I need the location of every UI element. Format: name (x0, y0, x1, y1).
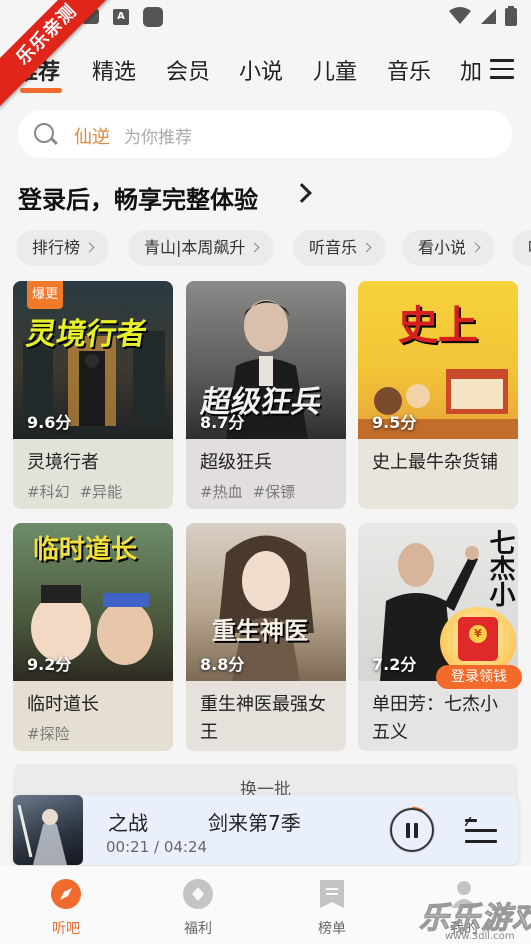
search-bar[interactable]: 仙逆 为你推荐 (18, 110, 512, 158)
card-info: 史上最牛杂货铺 (358, 439, 518, 509)
wifi-icon (449, 7, 471, 24)
chip-label: 听音乐 (309, 238, 358, 257)
login-banner[interactable]: 登录后，畅享完整体验 (18, 180, 258, 215)
card-info: 超级狂兵 #热血 #保镖 (186, 439, 346, 509)
hot-badge: 爆更 (27, 281, 63, 309)
pause-button[interactable] (390, 808, 434, 852)
book-tag: #保镖 (252, 483, 296, 501)
tab-kids[interactable]: 儿童 (313, 54, 357, 86)
chip-music[interactable]: 听音乐 (293, 230, 387, 266)
signal-icon (481, 9, 496, 24)
nav-label: 福利 (184, 921, 212, 937)
category-chips: 排行榜 青山|本周飙升 听音乐 看小说 听 (16, 230, 531, 266)
tab-featured[interactable]: 精选 (92, 54, 136, 86)
chip-novel[interactable]: 看小说 (402, 230, 496, 266)
book-card[interactable]: 灵境行者 爆更 9.6分 灵境行者 #科幻 #异能 (13, 281, 173, 509)
coin-icon: ¥ (469, 625, 487, 643)
chip-label: 青山|本周飙升 (144, 238, 246, 257)
book-title: 灵境行者 (27, 452, 99, 473)
book-cover: 史上 9.5分 (358, 281, 518, 439)
book-tags: #科幻 #异能 (27, 481, 161, 502)
book-score: 9.2分 (27, 655, 72, 674)
book-card[interactable]: 史上 9.5分 史上最牛杂货铺 (358, 281, 518, 509)
nav-listen[interactable]: 听吧 (16, 866, 116, 944)
search-keyword: 仙逆 (74, 127, 110, 148)
tab-more[interactable]: 加 (460, 54, 482, 86)
nav-rank[interactable]: 榜单 (282, 866, 382, 944)
player-time: 00:21 / 04:24 (106, 838, 208, 856)
chevron-right-icon (361, 242, 372, 253)
book-tags: #探险 (27, 723, 161, 744)
chip-more[interactable]: 听 (512, 230, 531, 266)
tab-vip[interactable]: 会员 (166, 54, 210, 86)
book-score: 7.2分 (372, 655, 417, 674)
card-info: 单田芳：七杰小五义 (358, 681, 518, 751)
book-card[interactable]: 超级狂兵 8.7分 超级狂兵 #热血 #保镖 (186, 281, 346, 509)
search-icon (34, 123, 54, 143)
chevron-right-icon (470, 242, 481, 253)
app-notification-icon (143, 7, 163, 27)
chevron-right-icon[interactable] (292, 183, 312, 203)
book-score: 9.6分 (27, 413, 72, 432)
watermark-url: www.3dll.com (445, 931, 515, 942)
book-score: 8.8分 (200, 655, 245, 674)
watermark-logo: 乐乐游戏 www.3dll.com (415, 893, 531, 944)
player-title: 之战 剑来第7季 (108, 811, 301, 835)
book-card[interactable]: 重生神医 8.8分 重生神医最强女王 (186, 523, 346, 751)
book-tag: #热血 (200, 483, 243, 501)
cover-title: 重生神医 (212, 617, 308, 645)
chip-label: 看小说 (418, 238, 467, 257)
tab-novel[interactable]: 小说 (239, 54, 283, 86)
tab-active-indicator (20, 88, 62, 93)
book-tag: #异能 (79, 483, 123, 501)
chevron-right-icon (84, 242, 95, 253)
card-info: 灵境行者 #科幻 #异能 (13, 439, 173, 509)
chip-label: 排行榜 (32, 238, 81, 257)
diamond-icon (183, 879, 213, 909)
bookmark-icon (320, 880, 344, 908)
chevron-right-icon (249, 242, 260, 253)
nav-label: 听吧 (52, 921, 80, 937)
playlist-icon[interactable] (464, 817, 497, 845)
cover-title: 灵境行者 (24, 317, 149, 352)
book-cover: 临时道长 9.2分 (13, 523, 173, 681)
book-cover: 重生神医 8.8分 (186, 523, 346, 681)
book-score: 9.5分 (372, 413, 417, 432)
chip-ranking[interactable]: 排行榜 (16, 230, 110, 266)
book-title: 临时道长 (27, 694, 99, 715)
nav-welfare[interactable]: 福利 (148, 866, 248, 944)
nav-label: 榜单 (318, 921, 346, 937)
tab-music[interactable]: 音乐 (387, 54, 431, 86)
book-title: 超级狂兵 (200, 452, 272, 473)
top-tabs: 推荐 精选 会员 小说 儿童 音乐 加 (0, 50, 531, 94)
promo-label: 登录领钱 (436, 665, 522, 689)
book-tags: #热血 #保镖 (200, 481, 334, 502)
book-cover: 超级狂兵 8.7分 (186, 281, 346, 439)
search-placeholder: 为你推荐 (124, 128, 192, 148)
card-info: 重生神医最强女王 (186, 681, 346, 751)
book-tag: #科幻 (27, 483, 70, 501)
book-score: 8.7分 (200, 413, 245, 432)
battery-icon (505, 6, 517, 26)
book-title: 史上最牛杂货铺 (372, 452, 498, 473)
card-info: 临时道长 #探险 (13, 681, 173, 751)
cover-title: 史上 (398, 303, 478, 349)
player-cover (13, 795, 83, 865)
menu-icon[interactable] (490, 59, 514, 79)
mini-player[interactable]: 之战 剑来第7季 00:21 / 04:24 (13, 795, 518, 865)
notification-a-icon: A (113, 9, 129, 25)
book-title: 重生神医最强女王 (200, 694, 326, 743)
compass-icon (51, 879, 81, 909)
book-title: 单田芳：七杰小五义 (372, 694, 498, 743)
cover-title: 七杰小 (485, 529, 515, 607)
cover-title: 临时道长 (33, 535, 138, 565)
book-card[interactable]: 临时道长 9.2分 临时道长 #探险 (13, 523, 173, 751)
login-reward-promo[interactable]: ¥ 登录领钱 (436, 607, 522, 689)
chip-qingshan[interactable]: 青山|本周飙升 (128, 230, 275, 266)
book-cover: 灵境行者 爆更 9.6分 (13, 281, 173, 439)
book-tag: #探险 (27, 725, 70, 743)
